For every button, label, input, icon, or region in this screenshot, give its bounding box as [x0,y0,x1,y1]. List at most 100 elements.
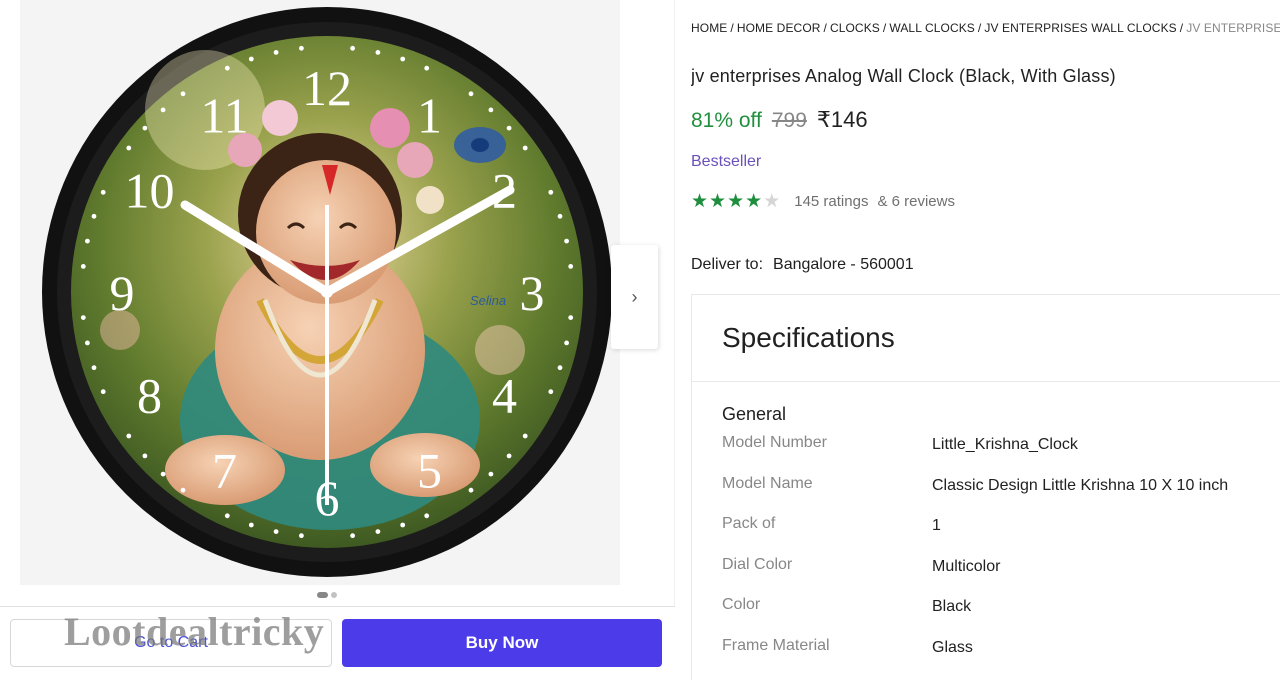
clock-numeral: 8 [137,368,162,424]
minute-dot [100,389,106,395]
buy-now-button[interactable]: Buy Now [342,619,662,667]
minute-dot [180,91,186,97]
pagination-dot[interactable] [331,592,337,598]
delivery-row: Deliver to: Bangalore - 560001 [691,256,914,274]
pagination-dot-active[interactable] [317,592,328,598]
minute-dot [273,529,279,534]
spec-value: Little_Krishna_Clock [932,436,1078,453]
breadcrumb-home-decor[interactable]: HOME DECOR [737,21,821,35]
minute-dot [568,315,574,320]
minute-dot [224,513,230,519]
clock-numeral: 1 [417,88,442,144]
minute-dot [80,315,86,320]
minute-dot [375,529,381,534]
bestseller-badge: Bestseller [691,153,762,170]
clock-numeral: 11 [200,88,248,144]
minute-dot [91,365,97,371]
minute-dot [400,56,406,62]
reviews-count: & 6 reviews [877,193,955,210]
minute-dot [400,522,406,528]
spec-group-title: General [722,404,787,424]
specifications-section: Specifications General Model Number Litt… [691,294,1280,680]
next-image-button[interactable]: › [611,245,658,349]
discount-percent: 81% off [691,109,762,132]
breadcrumb-current: JV ENTERPRISES A [1186,21,1280,35]
specifications-title: Specifications [722,322,895,353]
spec-value: Multicolor [932,557,1001,575]
spec-key: Dial Color [722,555,793,573]
minute-dot [350,45,355,51]
minute-dot [424,513,430,519]
go-to-cart-button[interactable]: Go to Cart [10,619,332,667]
spec-row: Dial Color Multicolor [722,554,1280,595]
product-image-clock[interactable]: Selina 121234567891011 [30,0,620,585]
minute-dot [142,125,148,131]
minute-dot [80,264,86,269]
minute-dot [568,264,574,269]
breadcrumb-home[interactable]: HOME [691,21,727,35]
minute-dot [100,189,106,195]
specifications-body: General Model Number Little_Krishna_Cloc… [692,382,1280,676]
spec-value: Classic Design Little Krishna 10 X 10 in… [932,476,1229,494]
image-pagination [317,592,337,598]
breadcrumb-clocks[interactable]: CLOCKS [830,21,880,35]
spec-row: Color Black [722,594,1280,635]
breadcrumb-wall-clocks[interactable]: WALL CLOCKS [889,21,975,35]
specifications-header: Specifications [692,295,1280,382]
clock-numeral: 4 [492,368,517,424]
minute-dot [522,145,528,151]
spec-key: Pack of [722,515,776,533]
minute-dot [548,189,554,195]
original-price: 799 [771,109,807,132]
minute-dot [506,453,512,459]
minute-dot [468,91,474,97]
spec-row: Pack of 1 [722,513,1280,554]
delivery-location[interactable]: Bangalore - 560001 [773,256,914,273]
star-filled-icon: ★ [709,191,727,212]
minute-dot [248,56,254,62]
deliver-label: Deliver to: [691,256,764,273]
minute-dot [248,522,254,528]
minute-dot [488,471,494,477]
clock-numeral: 10 [125,163,175,219]
minute-dot [557,365,563,371]
clock-numeral: 3 [520,265,545,321]
price-row: 81% off 799 ₹146 [691,107,868,133]
minute-dot [564,340,569,346]
selling-price: ₹146 [816,107,868,132]
spec-value: Black [932,598,972,616]
minute-dot [85,238,90,244]
minute-dot [126,433,132,439]
minute-dot [299,45,304,51]
minute-dot [350,533,355,539]
minute-dot [160,107,166,113]
minute-dot [299,533,304,539]
star-filled-icon: ★ [727,191,745,212]
ratings-count: 145 ratings [794,193,869,210]
minute-dot [142,453,148,459]
product-gallery: Selina 121234567891011 › Go to Cart Buy … [0,0,675,680]
breadcrumb-jv-wall-clocks[interactable]: JV ENTERPRISES WALL CLOCKS [984,21,1176,35]
clock-numeral: 7 [212,443,237,499]
spec-row: Model Number Little_Krishna_Clock [722,432,1280,473]
action-bar: Go to Cart Buy Now [0,606,675,680]
minute-dot [180,487,186,493]
minute-dot [424,65,430,71]
spec-value: 1 [932,517,941,535]
minute-dot [160,471,166,477]
rating-row[interactable]: ★ ★ ★ ★ ★ 145 ratings & 6 reviews [691,192,955,211]
minute-dot [85,340,90,346]
minute-dot [375,50,381,55]
minute-dot [564,238,569,244]
minute-dot [224,65,230,71]
star-filled-icon: ★ [691,191,709,212]
minute-dot [506,125,512,131]
minute-dot [557,213,563,219]
minute-dot [522,433,528,439]
clock-numeral: 5 [417,443,442,499]
star-rating: ★ ★ ★ ★ ★ [691,192,780,211]
spec-row: Frame Material Glass [722,635,1280,676]
minute-dot [126,145,132,151]
minute-dot [91,213,97,219]
minute-dot [468,487,474,493]
